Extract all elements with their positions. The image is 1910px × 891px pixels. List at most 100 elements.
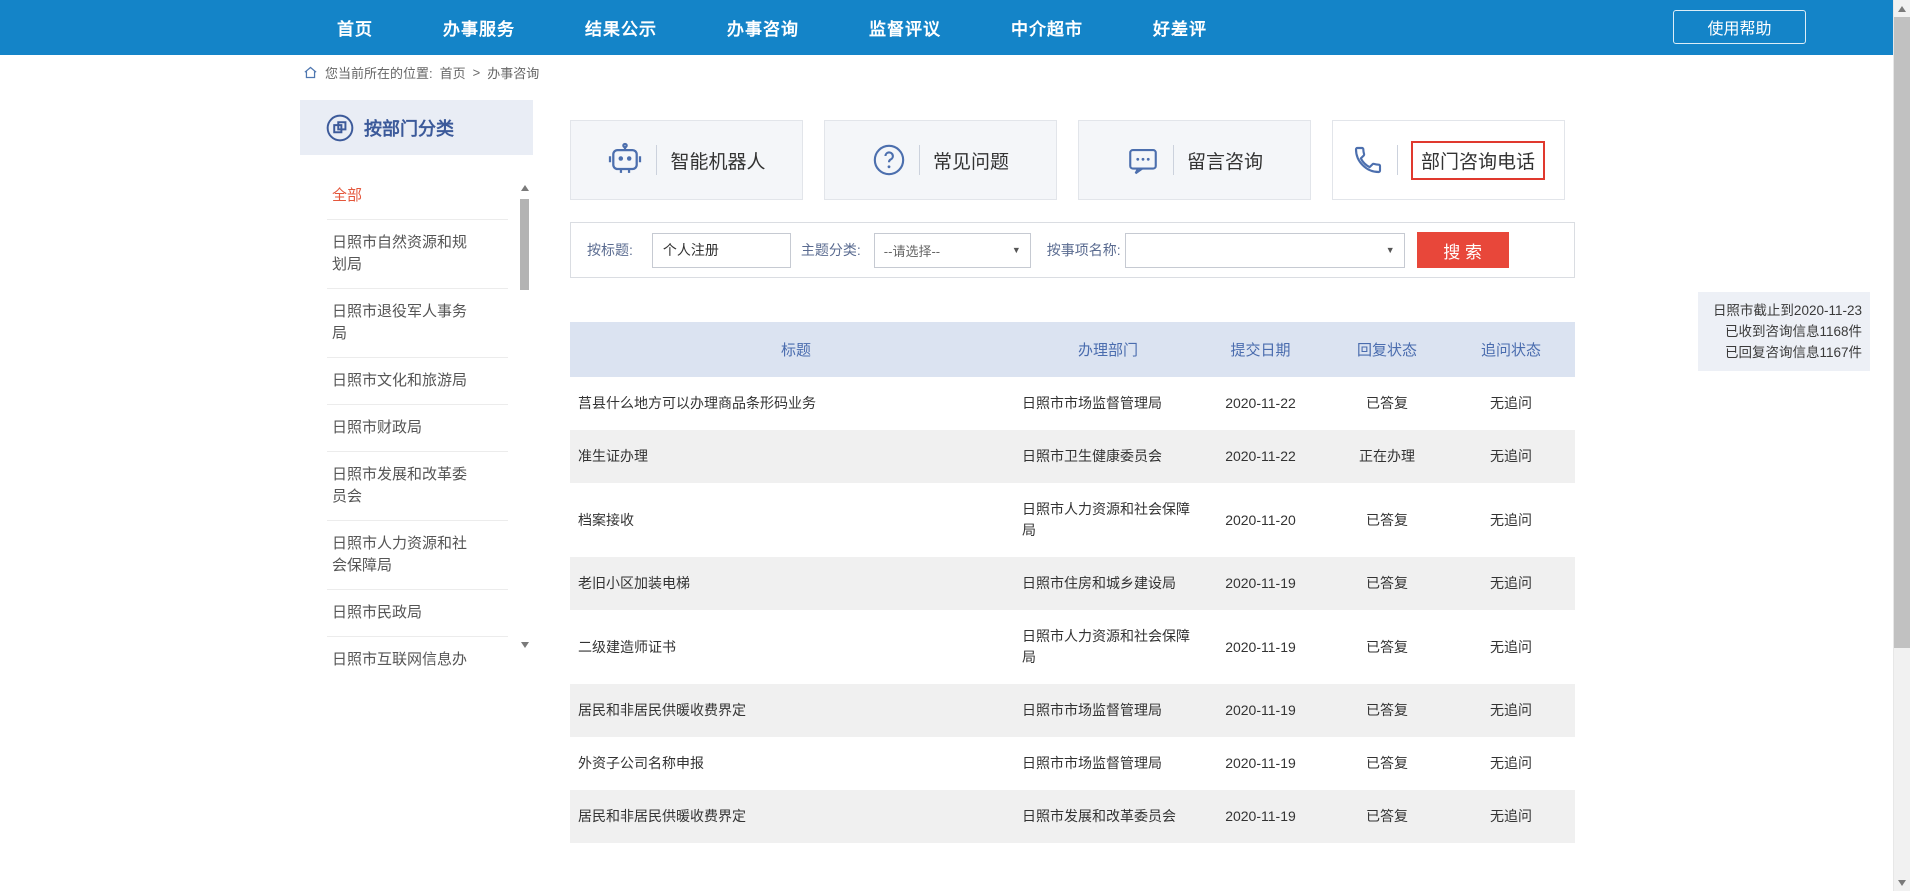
header-title: 标题 (570, 322, 1022, 377)
sidebar-item-label: 日照市发展和改革委员会 (332, 464, 474, 508)
scroll-down-icon[interactable] (1894, 874, 1910, 891)
category-label: 主题分类: (801, 240, 861, 260)
title-search-input[interactable] (652, 233, 791, 268)
scroll-up-icon[interactable] (521, 185, 529, 191)
sidebar-item-civil-affairs[interactable]: 日照市民政局 (327, 590, 508, 637)
row-followup-status: 无追问 (1447, 483, 1575, 557)
department-sidebar: 按部门分类 全部 日照市自然资源和规划局 日照市退役军人事务局 日照市文化和旅游… (300, 100, 533, 888)
stats-line-2: 已收到咨询信息1168件 (1702, 321, 1862, 342)
sidebar-item-label: 日照市文化和旅游局 (332, 370, 467, 392)
sidebar-item-development-reform[interactable]: 日照市发展和改革委员会 (327, 452, 508, 521)
row-reply-status: 已答复 (1327, 557, 1447, 610)
title-search-label: 按标题: (587, 240, 633, 260)
question-icon (872, 143, 906, 177)
row-date: 2020-11-19 (1194, 790, 1327, 843)
nav-item-services[interactable]: 办事服务 (443, 15, 515, 40)
row-department: 日照市市场监督管理局 (1022, 737, 1194, 790)
row-followup-status: 无追问 (1447, 610, 1575, 684)
row-date: 2020-11-20 (1194, 483, 1327, 557)
row-followup-status: 无追问 (1447, 430, 1575, 483)
home-icon (303, 65, 318, 80)
sidebar-item-internet-info[interactable]: 日照市互联网信息办 (327, 637, 508, 683)
sidebar-item-finance[interactable]: 日照市财政局 (327, 405, 508, 452)
help-button[interactable]: 使用帮助 (1673, 10, 1806, 44)
row-followup-status: 无追问 (1447, 684, 1575, 737)
search-bar: 按标题: 主题分类: --请选择-- ▼ 按事项名称: ▼ 搜 索 (570, 222, 1575, 278)
sidebar-scrollbar[interactable] (519, 185, 531, 648)
tab-label: 常见问题 (933, 147, 1009, 174)
message-icon (1126, 143, 1160, 177)
row-reply-status: 正在办理 (1327, 430, 1447, 483)
row-title[interactable]: 准生证办理 (570, 430, 1022, 483)
row-title[interactable]: 外资子公司名称申报 (570, 737, 1022, 790)
header-department: 办理部门 (1022, 322, 1194, 377)
row-date: 2020-11-22 (1194, 430, 1327, 483)
tab-smart-robot[interactable]: 智能机器人 (570, 120, 803, 200)
nav-menu: 首页 办事服务 结果公示 办事咨询 监督评议 中介超市 好差评 (337, 15, 1207, 40)
row-date: 2020-11-19 (1194, 610, 1327, 684)
row-title[interactable]: 二级建造师证书 (570, 610, 1022, 684)
nav-item-consult[interactable]: 办事咨询 (727, 15, 799, 40)
sidebar-item-natural-resources[interactable]: 日照市自然资源和规划局 (327, 220, 508, 289)
consultation-stats-box: 日照市截止到2020-11-23 已收到咨询信息1168件 已回复咨询信息116… (1698, 292, 1870, 371)
table-row: 居民和非居民供暖收费界定 日照市市场监督管理局 2020-11-19 已答复 无… (570, 684, 1575, 737)
header-submit-date: 提交日期 (1194, 322, 1327, 377)
tab-leave-message[interactable]: 留言咨询 (1078, 120, 1311, 200)
item-name-select[interactable]: ▼ (1125, 233, 1405, 268)
nav-item-supervision[interactable]: 监督评议 (869, 15, 941, 40)
row-followup-status: 无追问 (1447, 790, 1575, 843)
tab-label: 智能机器人 (670, 147, 765, 174)
row-title[interactable]: 居民和非居民供暖收费界定 (570, 684, 1022, 737)
department-list: 全部 日照市自然资源和规划局 日照市退役军人事务局 日照市文化和旅游局 日照市财… (327, 173, 508, 683)
scroll-down-icon[interactable] (521, 642, 529, 648)
row-date: 2020-11-19 (1194, 557, 1327, 610)
nav-item-agency-market[interactable]: 中介超市 (1011, 15, 1083, 40)
row-followup-status: 无追问 (1447, 737, 1575, 790)
nav-item-home[interactable]: 首页 (337, 15, 373, 40)
table-row: 外资子公司名称申报 日照市市场监督管理局 2020-11-19 已答复 无追问 (570, 737, 1575, 790)
row-title[interactable]: 档案接收 (570, 483, 1022, 557)
tab-label-highlighted: 部门咨询电话 (1411, 141, 1545, 180)
sidebar-item-label: 日照市退役军人事务局 (332, 301, 474, 345)
sidebar-item-veterans[interactable]: 日照市退役军人事务局 (327, 289, 508, 358)
sidebar-item-human-resources[interactable]: 日照市人力资源和社会保障局 (327, 521, 508, 590)
sidebar-item-label: 日照市人力资源和社会保障局 (332, 533, 474, 577)
breadcrumb-home[interactable]: 首页 (440, 63, 466, 82)
sidebar-title: 按部门分类 (364, 115, 454, 141)
row-reply-status: 已答复 (1327, 377, 1447, 430)
table-row: 二级建造师证书 日照市人力资源和社会保障局 2020-11-19 已答复 无追问 (570, 610, 1575, 684)
scroll-up-icon[interactable] (1894, 0, 1910, 17)
row-reply-status: 已答复 (1327, 610, 1447, 684)
row-reply-status: 已答复 (1327, 684, 1447, 737)
sidebar-item-culture-tourism[interactable]: 日照市文化和旅游局 (327, 358, 508, 405)
tab-label: 留言咨询 (1187, 147, 1263, 174)
tab-divider (1397, 145, 1398, 175)
row-reply-status: 已答复 (1327, 483, 1447, 557)
search-button[interactable]: 搜 索 (1417, 232, 1509, 268)
nav-item-results[interactable]: 结果公示 (585, 15, 657, 40)
sidebar-item-all[interactable]: 全部 (327, 173, 508, 220)
header-followup-status: 追问状态 (1447, 322, 1575, 377)
sidebar-item-label: 日照市互联网信息办 (332, 649, 467, 671)
row-title[interactable]: 老旧小区加装电梯 (570, 557, 1022, 610)
row-followup-status: 无追问 (1447, 377, 1575, 430)
scrollbar-thumb[interactable] (1894, 17, 1910, 648)
row-reply-status: 已答复 (1327, 790, 1447, 843)
table-row: 档案接收 日照市人力资源和社会保障局 2020-11-20 已答复 无追问 (570, 483, 1575, 557)
window-scrollbar[interactable] (1893, 0, 1910, 891)
breadcrumb: 您当前所在的位置: 首页 > 办事咨询 (303, 61, 539, 83)
row-department: 日照市市场监督管理局 (1022, 684, 1194, 737)
scrollbar-thumb[interactable] (520, 199, 529, 290)
tab-faq[interactable]: 常见问题 (824, 120, 1057, 200)
breadcrumb-current: 办事咨询 (487, 63, 539, 82)
table-row: 莒县什么地方可以办理商品条形码业务 日照市市场监督管理局 2020-11-22 … (570, 377, 1575, 430)
feature-tabs: 智能机器人 常见问题 留言咨询 (570, 120, 1565, 200)
sidebar-header: 按部门分类 (300, 100, 533, 155)
tab-department-phone[interactable]: 部门咨询电话 (1332, 120, 1565, 200)
row-title[interactable]: 居民和非居民供暖收费界定 (570, 790, 1022, 843)
row-title[interactable]: 莒县什么地方可以办理商品条形码业务 (570, 377, 1022, 430)
category-select[interactable]: --请选择-- ▼ (874, 233, 1031, 268)
row-followup-status: 无追问 (1447, 557, 1575, 610)
nav-item-rating[interactable]: 好差评 (1153, 15, 1207, 40)
stats-line-3: 已回复咨询信息1167件 (1702, 342, 1862, 363)
